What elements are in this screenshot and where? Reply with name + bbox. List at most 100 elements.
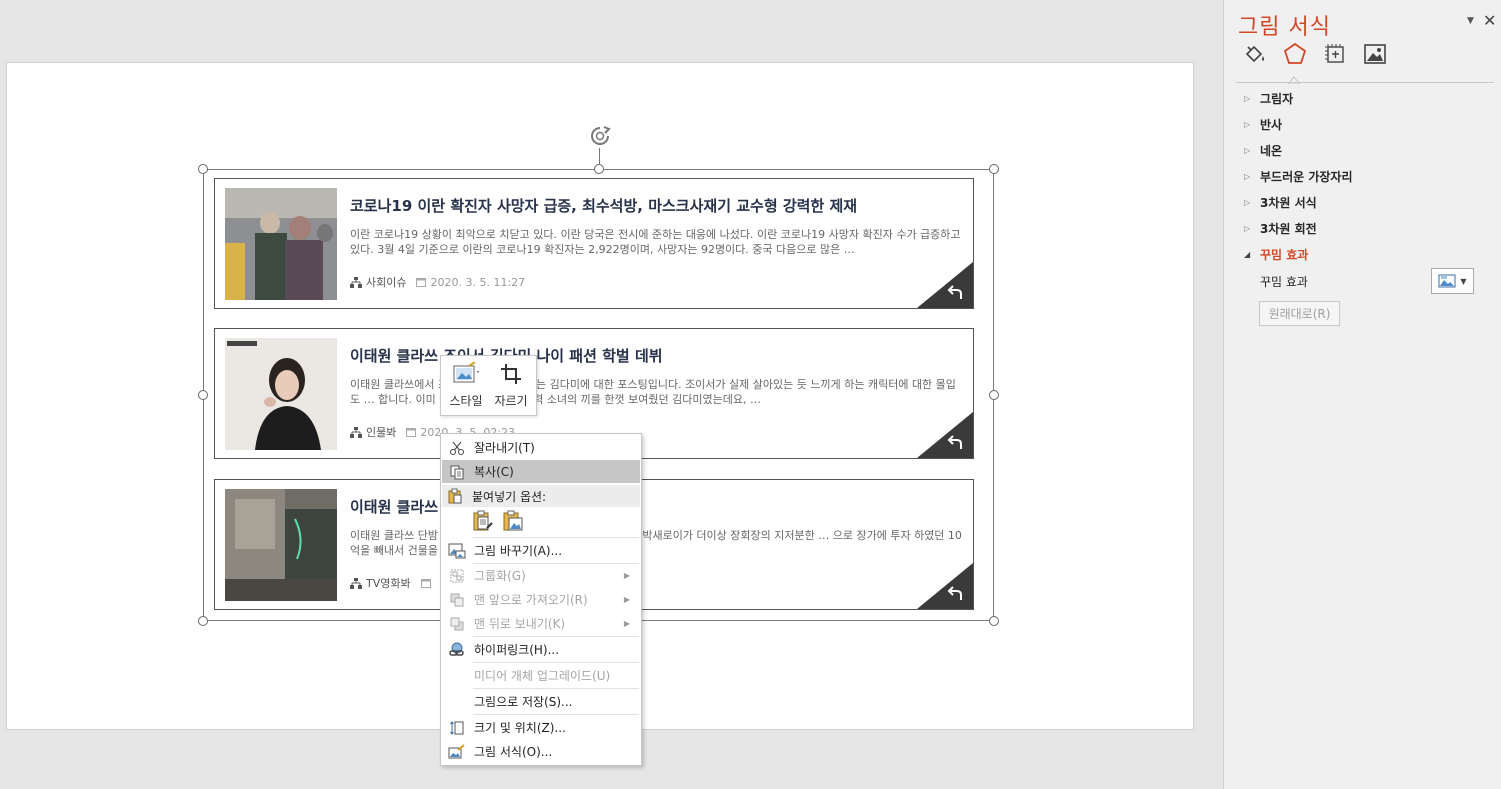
expand-triangle-icon: ▷ bbox=[1244, 224, 1251, 233]
post-category: TV영화봐 bbox=[350, 575, 411, 591]
category-icon bbox=[350, 426, 362, 438]
expand-triangle-icon: ▷ bbox=[1244, 94, 1251, 103]
resize-handle-n[interactable] bbox=[594, 164, 604, 174]
menu-item-label: 미디어 개체 업그레이드(U) bbox=[474, 669, 611, 683]
pane-title: 그림 서식 bbox=[1238, 15, 1331, 40]
menu-item-group[interactable]: 그룹화(G) ▶ bbox=[442, 564, 640, 587]
crop-button[interactable]: 자르기 bbox=[489, 360, 533, 412]
post-category-label: 인물봐 bbox=[366, 426, 397, 439]
post-category: 사회이슈 bbox=[350, 274, 406, 290]
size-properties-icon bbox=[1325, 44, 1344, 63]
post-category-label: TV영화봐 bbox=[366, 577, 411, 590]
post-date: 2020. 3. 5. 11:27 bbox=[416, 276, 525, 289]
pane-options-dropdown-icon[interactable]: ▼ bbox=[1467, 16, 1474, 26]
menu-item-label: 복사(C) bbox=[474, 465, 514, 479]
menu-item-label: 하이퍼링크(H)... bbox=[474, 643, 560, 657]
resize-handle-e[interactable] bbox=[989, 390, 999, 400]
post-meta: 사회이슈 2020. 3. 5. 11:27 bbox=[350, 274, 525, 290]
menu-item-copy[interactable]: 복사(C) bbox=[442, 460, 640, 483]
context-menu: 잘라내기(T) 복사(C) 붙여넣기 옵션: 그림 바꾸기(A)... 그룹화(… bbox=[440, 433, 642, 766]
menu-item-bring-to-front[interactable]: 맨 앞으로 가져오기(R) ▶ bbox=[442, 588, 640, 611]
format-picture-icon bbox=[448, 743, 465, 758]
section-label: 부드러운 가장자리 bbox=[1260, 170, 1353, 184]
post-excerpt: 이란 코로나19 상황이 최악으로 치닫고 있다. 이란 당국은 전시에 준하는… bbox=[350, 228, 961, 256]
artistic-effect-preview-icon bbox=[1438, 274, 1456, 288]
menu-item-format-picture[interactable]: 그림 서식(O)... bbox=[442, 740, 640, 763]
paste-keep-format-icon[interactable] bbox=[472, 510, 494, 532]
menu-item-size-position[interactable]: 크기 및 위치(Z)... bbox=[442, 716, 640, 739]
post-date bbox=[420, 578, 431, 588]
menu-item-label: 그림 서식(O)... bbox=[474, 745, 553, 759]
paste-options-label: 붙여넣기 옵션: bbox=[472, 489, 547, 504]
tab-size-properties[interactable] bbox=[1322, 40, 1348, 68]
submenu-arrow-icon: ▶ bbox=[623, 571, 630, 580]
pane-tabs bbox=[1242, 40, 1388, 68]
paste-as-picture-icon[interactable] bbox=[502, 510, 524, 532]
menu-item-label: 맨 앞으로 가져오기(R) bbox=[474, 593, 588, 607]
artistic-effects-label: 꾸밈 효과 bbox=[1260, 275, 1308, 289]
rotate-handle-icon[interactable] bbox=[589, 125, 611, 147]
collapse-triangle-icon: ◢ bbox=[1244, 250, 1251, 259]
style-button[interactable]: 스타일 bbox=[444, 360, 488, 412]
section-label: 3차원 회전 bbox=[1260, 222, 1317, 236]
section-glow[interactable]: ▷ 네온 bbox=[1244, 142, 1282, 159]
size-position-icon bbox=[450, 720, 464, 735]
post-title: 코로나19 이란 확진자 사망자 급증, 최수석방, 마스크사재기 교수형 강력… bbox=[350, 197, 858, 215]
menu-item-media-upgrade[interactable]: 미디어 개체 업그레이드(U) bbox=[442, 664, 640, 687]
mini-toolbar: 스타일 자르기 bbox=[440, 355, 537, 416]
style-button-label: 스타일 bbox=[449, 394, 483, 408]
category-icon bbox=[350, 577, 362, 589]
clipboard-icon bbox=[448, 488, 462, 504]
section-label: 3차원 서식 bbox=[1260, 196, 1317, 210]
group-icon bbox=[450, 569, 464, 582]
category-icon bbox=[350, 276, 362, 288]
picture-icon bbox=[1364, 44, 1386, 64]
resize-handle-sw[interactable] bbox=[198, 616, 208, 626]
section-shadow[interactable]: ▷ 그림자 bbox=[1244, 90, 1293, 107]
copy-icon bbox=[450, 465, 464, 479]
chevron-down-icon: ▼ bbox=[1460, 276, 1467, 286]
tab-fill-line[interactable] bbox=[1242, 40, 1268, 68]
tab-effects[interactable] bbox=[1282, 40, 1308, 68]
section-3d-rotation[interactable]: ▷ 3차원 회전 bbox=[1244, 220, 1317, 237]
menu-item-send-to-back[interactable]: 맨 뒤로 보내기(K) ▶ bbox=[442, 612, 640, 635]
menu-item-change-picture[interactable]: 그림 바꾸기(A)... bbox=[442, 539, 640, 562]
menu-item-cut[interactable]: 잘라내기(T) bbox=[442, 436, 640, 459]
post-thumbnail bbox=[225, 338, 337, 450]
menu-item-label: 크기 및 위치(Z)... bbox=[474, 721, 566, 735]
section-3d-format[interactable]: ▷ 3차원 서식 bbox=[1244, 194, 1317, 211]
menu-item-save-as-picture[interactable]: 그림으로 저장(S)... bbox=[442, 690, 640, 713]
expand-triangle-icon: ▷ bbox=[1244, 172, 1251, 181]
reset-button[interactable]: 원래대로(R) bbox=[1259, 301, 1340, 326]
crop-icon bbox=[501, 364, 521, 384]
artistic-effects-dropdown[interactable]: ▼ bbox=[1431, 268, 1474, 294]
close-icon[interactable]: ✕ bbox=[1483, 11, 1496, 30]
post-category-label: 사회이슈 bbox=[366, 276, 407, 289]
tab-picture[interactable] bbox=[1362, 40, 1388, 68]
expand-triangle-icon: ▷ bbox=[1244, 198, 1251, 207]
paint-bucket-icon bbox=[1245, 45, 1264, 63]
section-label: 꾸밈 효과 bbox=[1260, 248, 1309, 262]
pane-divider bbox=[1236, 82, 1494, 83]
menu-item-label: 그림 바꾸기(A)... bbox=[474, 544, 563, 558]
resize-handle-w[interactable] bbox=[198, 390, 208, 400]
hyperlink-icon bbox=[449, 642, 464, 656]
menu-item-hyperlink[interactable]: 하이퍼링크(H)... bbox=[442, 638, 640, 661]
paste-options-header: 붙여넣기 옵션: bbox=[442, 485, 640, 507]
submenu-arrow-icon: ▶ bbox=[623, 619, 630, 628]
resize-handle-nw[interactable] bbox=[198, 164, 208, 174]
post-thumbnail bbox=[225, 188, 337, 300]
section-label: 반사 bbox=[1260, 118, 1283, 132]
resize-handle-se[interactable] bbox=[989, 616, 999, 626]
section-reflection[interactable]: ▷ 반사 bbox=[1244, 116, 1282, 133]
section-artistic-effects[interactable]: ◢ 꾸밈 효과 bbox=[1244, 246, 1308, 263]
post-meta: TV영화봐 bbox=[350, 575, 431, 591]
reply-icon bbox=[917, 412, 973, 458]
menu-item-label: 그룹화(G) bbox=[474, 569, 526, 583]
picture-style-icon bbox=[453, 362, 479, 383]
scissors-icon bbox=[450, 441, 464, 455]
section-soft-edges[interactable]: ▷ 부드러운 가장자리 bbox=[1244, 168, 1353, 185]
post-card[interactable]: 코로나19 이란 확진자 사망자 급증, 최수석방, 마스크사재기 교수형 강력… bbox=[214, 178, 974, 309]
post-date-label: 2020. 3. 5. 11:27 bbox=[430, 275, 526, 289]
resize-handle-ne[interactable] bbox=[989, 164, 999, 174]
